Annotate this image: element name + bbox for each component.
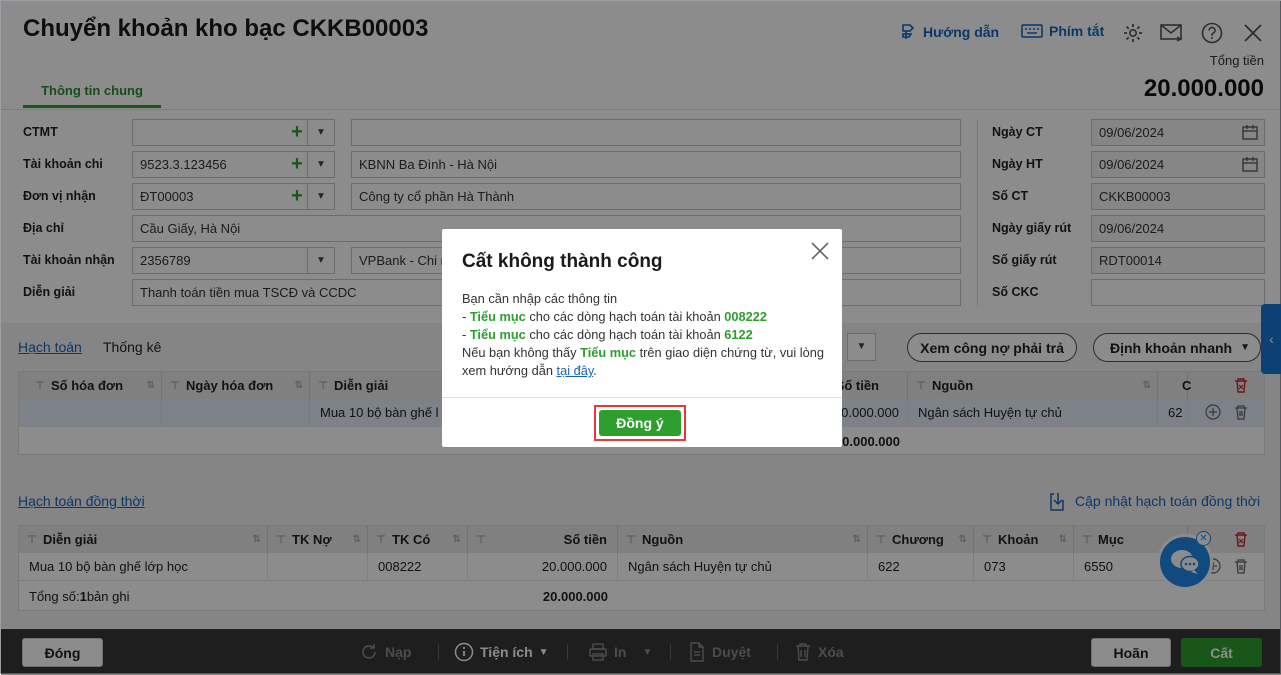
error-dialog: Cất không thành công Bạn cần nhập các th… (442, 229, 842, 447)
dialog-line-1: Bạn cần nhập các thông tin (462, 291, 618, 306)
app-window: Chuyển khoản kho bạc CKKB00003 Hướng dẫn… (0, 0, 1281, 675)
dialog-line-3: - Tiểu mục cho các dòng hạch toán tài kh… (462, 327, 753, 342)
dialog-line-4: Nếu bạn không thấy Tiểu mục trên giao di… (462, 345, 824, 378)
dialog-close-icon[interactable] (810, 241, 830, 261)
dialog-message: Bạn cần nhập các thông tin - Tiểu mục ch… (462, 290, 827, 380)
ok-button-highlight: Đồng ý (594, 405, 686, 441)
dialog-footer: Đồng ý (442, 397, 842, 447)
guide-here-link[interactable]: tại đây (557, 363, 594, 378)
ok-button[interactable]: Đồng ý (599, 410, 681, 436)
dialog-title: Cất không thành công (462, 251, 663, 272)
dialog-line-2: - Tiểu mục cho các dòng hạch toán tài kh… (462, 309, 767, 324)
